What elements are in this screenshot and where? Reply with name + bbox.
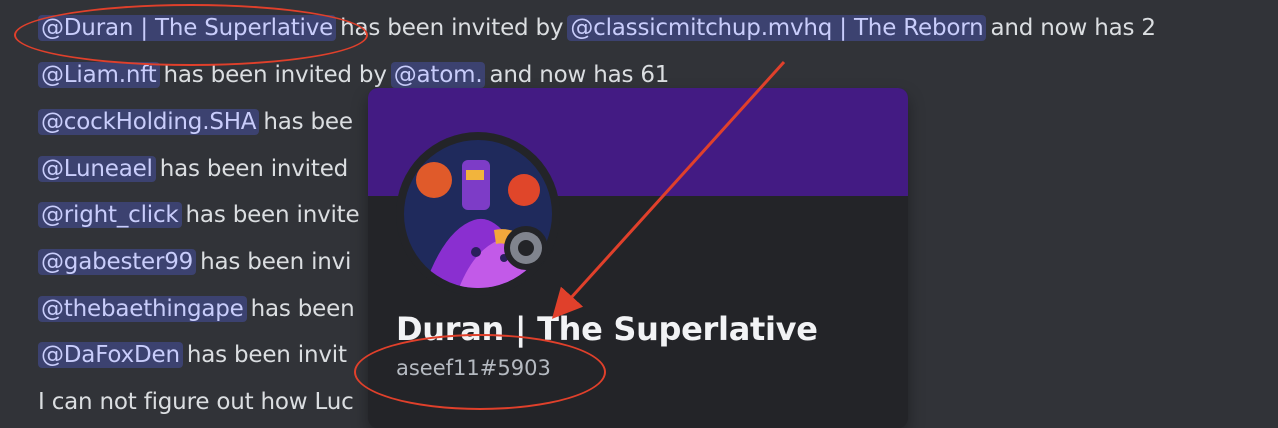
arrow-line: [551, 60, 786, 319]
annotation-arrow: [551, 60, 786, 319]
